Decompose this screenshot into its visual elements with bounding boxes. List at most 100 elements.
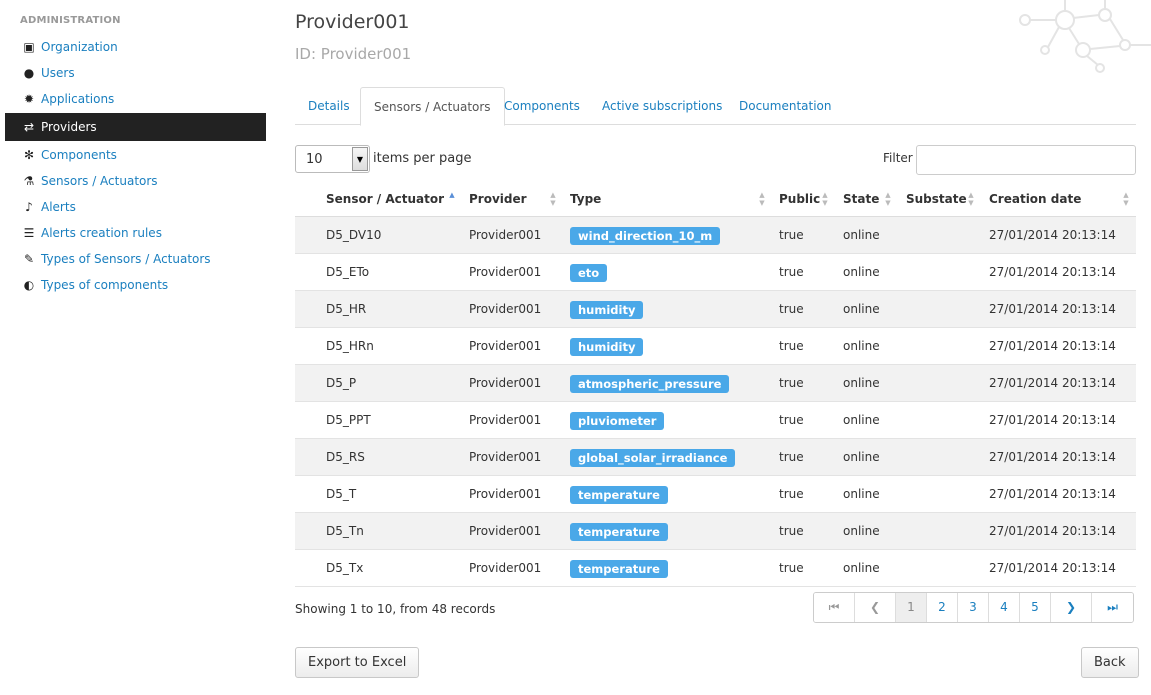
cell-created: 27/01/2014 20:13:14: [989, 339, 1116, 353]
column-header-type[interactable]: Type: [570, 181, 601, 217]
sidebar-item-alerts[interactable]: ♪ Alerts: [5, 194, 266, 220]
cell-provider: Provider001: [469, 228, 542, 242]
page-4[interactable]: 4: [989, 593, 1020, 622]
network-decoration: [1019, 0, 1151, 73]
sort-icon[interactable]: ▲ ▼: [967, 191, 975, 207]
cell-sensor: D5_RS: [326, 450, 365, 464]
sidebar-item-label: Providers: [41, 120, 97, 134]
back-button[interactable]: Back: [1081, 647, 1139, 678]
table-row[interactable]: D5_T Provider001 temperature true online 27/0…: [295, 476, 1136, 513]
sidebar-item-label: Types of Sensors / Actuators: [41, 252, 211, 266]
table-row[interactable]: D5_Tn Provider001 temperature true online 27/…: [295, 513, 1136, 550]
items-per-page-label: items per page: [373, 151, 472, 166]
table-row[interactable]: D5_P Provider001 atmospheric_pressure true o…: [295, 365, 1136, 402]
cell-sensor: D5_ETo: [326, 265, 370, 279]
table-row[interactable]: D5_RS Provider001 global_solar_irradiance t…: [295, 439, 1136, 476]
cell-created: 27/01/2014 20:13:14: [989, 561, 1116, 575]
cell-public: true: [779, 339, 804, 353]
tab-documentation[interactable]: Documentation: [726, 87, 845, 125]
type-badge: global_solar_irradiance: [570, 449, 736, 467]
gears-icon: ✻: [23, 148, 35, 162]
sidebar-item-types-of-sensors-actuators[interactable]: ✎ Types of Sensors / Actuators: [5, 246, 266, 272]
cell-provider: Provider001: [469, 561, 542, 575]
cell-sensor: D5_HR: [326, 302, 367, 316]
chevron-down-icon[interactable]: ▼: [352, 147, 368, 171]
cell-public: true: [779, 524, 804, 538]
page-1[interactable]: 1: [896, 593, 927, 622]
type-badge: humidity: [570, 338, 644, 356]
last-page-icon[interactable]: ⏭: [1092, 593, 1133, 622]
cell-created: 27/01/2014 20:13:14: [989, 376, 1116, 390]
gear-icon: ✹: [23, 92, 35, 106]
type-badge: wind_direction_10_m: [570, 227, 721, 245]
sidebar-item-alerts-creation-rules[interactable]: ☰ Alerts creation rules: [5, 220, 266, 246]
column-header-public[interactable]: Public: [779, 181, 820, 217]
sidebar-item-providers[interactable]: ⇄ Providers: [5, 113, 266, 141]
briefcase-icon: ▣: [23, 40, 35, 54]
sidebar-item-components[interactable]: ✻ Components: [5, 142, 266, 168]
sidebar-nav: ▣ Organization ● Users ✹ Applications ⇄ Provide…: [5, 34, 266, 298]
type-badge: temperature: [570, 523, 668, 541]
sort-icon[interactable]: ▲ ▼: [1122, 191, 1130, 207]
sidebar-item-label: Alerts creation rules: [41, 226, 162, 240]
type-badge: pluviometer: [570, 412, 665, 430]
cell-state: online: [843, 265, 880, 279]
sort-icon[interactable]: ▲ ▼: [884, 191, 892, 207]
table-header-row: Sensor / Actuator ▲ Provider ▲ ▼ Type ▲ ▼ Public…: [295, 181, 1136, 217]
cell-public: true: [779, 265, 804, 279]
type-badge: humidity: [570, 301, 644, 319]
cell-state: online: [843, 228, 880, 242]
prev-page-icon[interactable]: ❮: [855, 593, 896, 622]
sensors-table: Sensor / Actuator ▲ Provider ▲ ▼ Type ▲ ▼ Public…: [295, 181, 1136, 587]
cell-provider: Provider001: [469, 487, 542, 501]
column-header-state[interactable]: State: [843, 181, 879, 217]
cell-public: true: [779, 487, 804, 501]
cell-public: true: [779, 450, 804, 464]
column-header-sensor-actuator[interactable]: Sensor / Actuator: [326, 181, 444, 217]
sort-icon[interactable]: ▲ ▼: [549, 191, 557, 207]
table-row[interactable]: D5_DV10 Provider001 wind_direction_10_m tru…: [295, 217, 1136, 254]
sidebar-item-label: Sensors / Actuators: [41, 174, 158, 188]
tab-details[interactable]: Details: [295, 87, 363, 125]
sidebar-item-applications[interactable]: ✹ Applications: [5, 86, 266, 112]
table-row[interactable]: D5_ETo Provider001 eto true online 27/01/2014…: [295, 254, 1136, 291]
cell-sensor: D5_T: [326, 487, 357, 501]
page-2[interactable]: 2: [927, 593, 958, 622]
table-row[interactable]: D5_PPT Provider001 pluviometer true online 27…: [295, 402, 1136, 439]
page-3[interactable]: 3: [958, 593, 989, 622]
bell-icon: ♪: [25, 200, 33, 214]
sidebar-item-types-of-components[interactable]: ◐ Types of components: [5, 272, 266, 298]
table-row[interactable]: D5_HRn Provider001 humidity true online 27/01…: [295, 328, 1136, 365]
type-badge: eto: [570, 264, 608, 282]
sort-icon[interactable]: ▲ ▼: [758, 191, 766, 207]
next-page-icon[interactable]: ❯: [1051, 593, 1092, 622]
sidebar-item-sensors-actuators[interactable]: ⚗ Sensors / Actuators: [5, 168, 266, 194]
sidebar-item-organization[interactable]: ▣ Organization: [5, 34, 266, 60]
items-per-page-select[interactable]: 10 ▼: [295, 145, 370, 173]
sidebar-item-label: Types of components: [41, 278, 169, 292]
column-header-creation-date[interactable]: Creation date: [989, 181, 1081, 217]
type-badge: temperature: [570, 560, 668, 578]
column-header-substate[interactable]: Substate: [906, 181, 967, 217]
cell-state: online: [843, 524, 880, 538]
cell-public: true: [779, 413, 804, 427]
tab-bar: Details Sensors / Actuators Components Acti…: [295, 87, 1136, 126]
column-header-provider[interactable]: Provider: [469, 181, 527, 217]
sort-icon[interactable]: ▲: [448, 191, 456, 207]
cell-sensor: D5_Tn: [326, 524, 364, 538]
tab-components[interactable]: Components: [491, 87, 593, 125]
table-row[interactable]: D5_Tx Provider001 temperature true online 27/…: [295, 550, 1136, 587]
tab-active-subscriptions[interactable]: Active subscriptions: [589, 87, 735, 125]
table-row[interactable]: D5_HR Provider001 humidity true online 27/01/…: [295, 291, 1136, 328]
filter-input[interactable]: [916, 145, 1136, 175]
cell-state: online: [843, 339, 880, 353]
filter-label: Filter: [883, 151, 913, 165]
tab-sensors-actuators[interactable]: Sensors / Actuators: [360, 87, 505, 126]
page-5[interactable]: 5: [1020, 593, 1051, 622]
sidebar-item-users[interactable]: ● Users: [5, 60, 266, 86]
cell-state: online: [843, 413, 880, 427]
export-excel-button[interactable]: Export to Excel: [295, 647, 420, 678]
first-page-icon[interactable]: ⏮: [814, 593, 855, 622]
type-badge: atmospheric_pressure: [570, 375, 730, 393]
sort-icon[interactable]: ▲ ▼: [821, 191, 829, 207]
